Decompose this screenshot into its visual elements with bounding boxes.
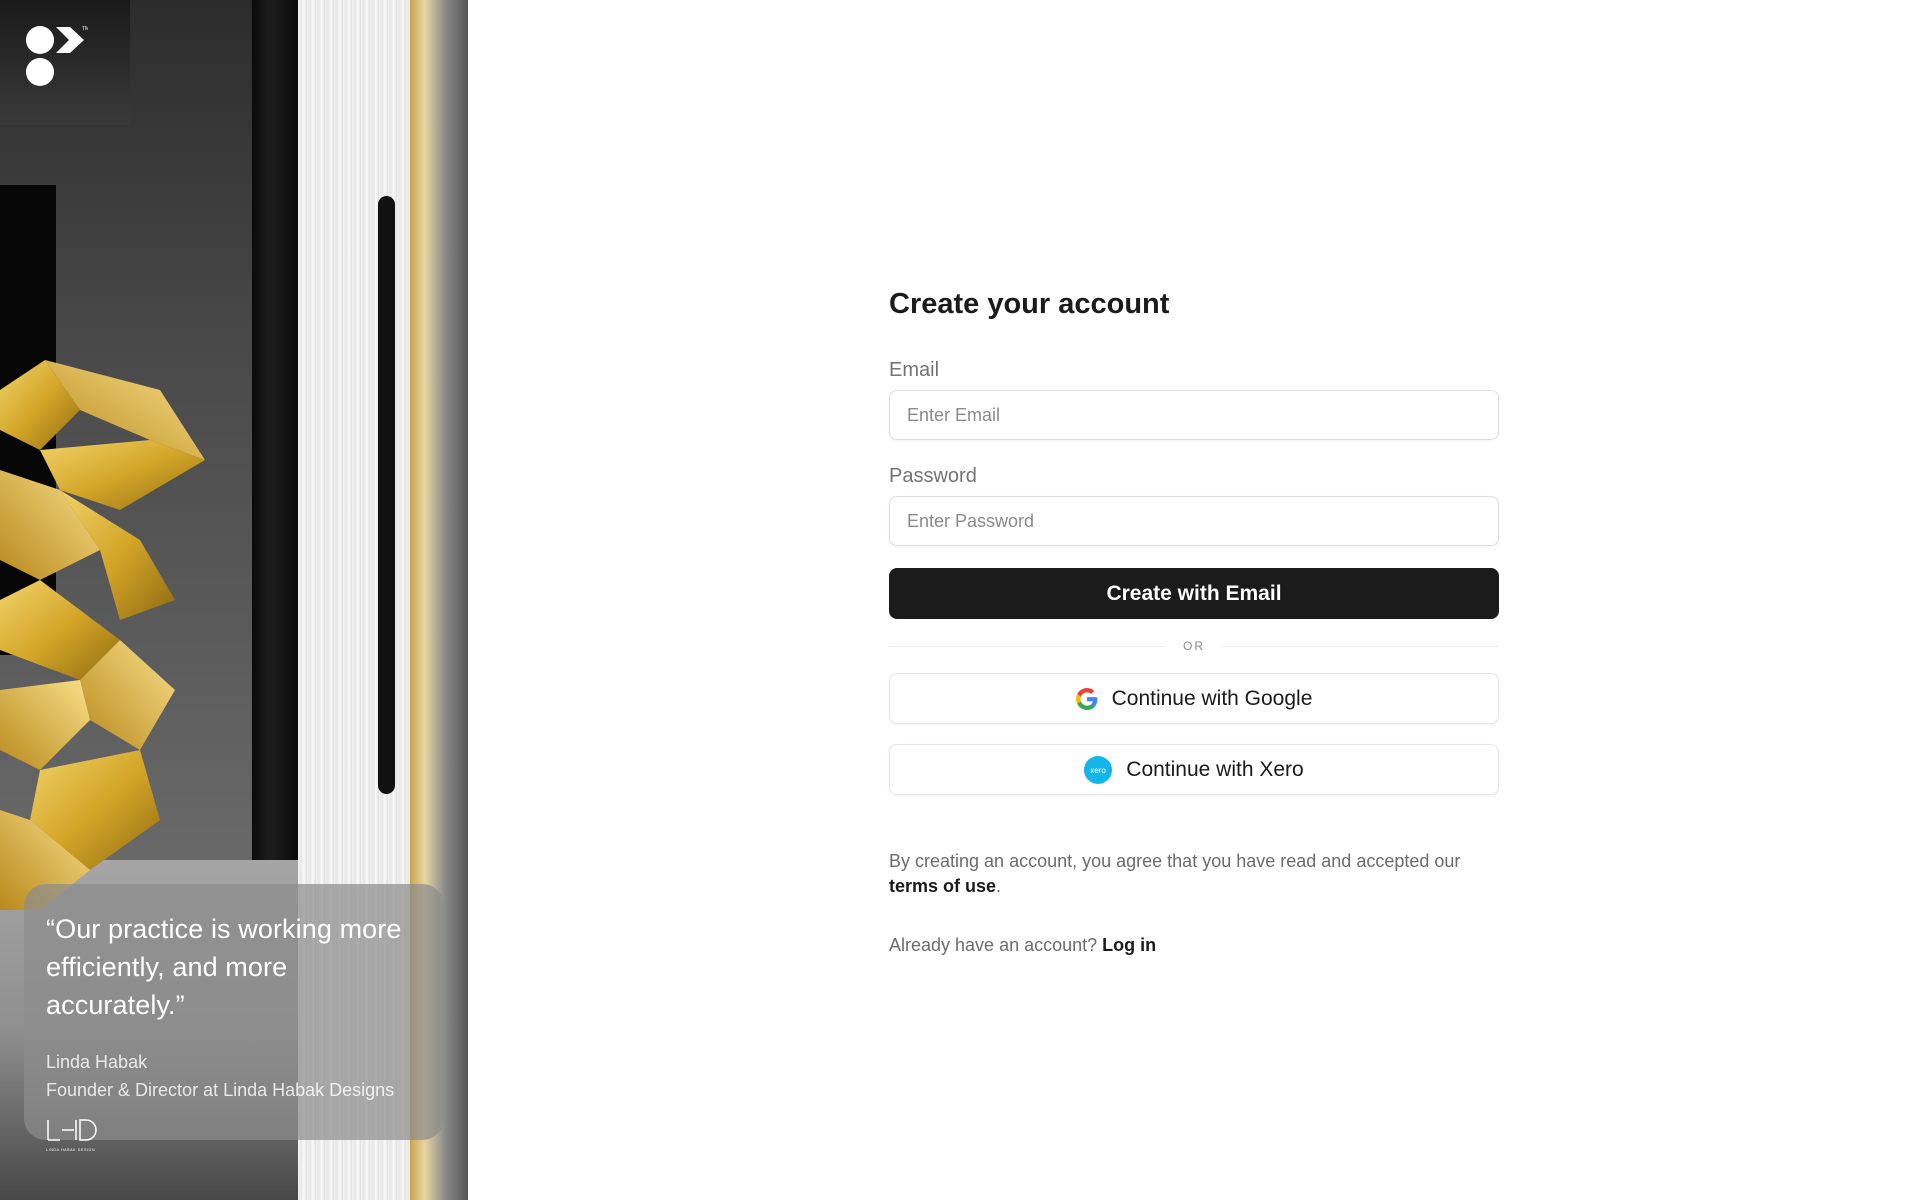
terms-notice: By creating an account, you agree that y… [889, 849, 1499, 899]
partner-logo-icon: LINDA HABAK DESIGN [46, 1119, 97, 1152]
email-label: Email [889, 359, 940, 381]
or-divider: OR [889, 637, 1499, 655]
gold-sculpture-image [0, 360, 205, 910]
hero-bg-door-frame [252, 0, 298, 860]
terms-prefix: By creating an account, you agree that y… [889, 851, 1461, 871]
login-prompt: Already have an account? Log in [889, 935, 1499, 956]
testimonial-author: Linda Habak [46, 1052, 148, 1072]
terms-of-use-link[interactable]: terms of use [889, 876, 996, 896]
google-button-label: Continue with Google [1111, 686, 1313, 710]
terms-suffix: . [996, 876, 1002, 896]
partner-logo-text: LINDA HABAK DESIGN [46, 1148, 95, 1152]
brand-logo-icon[interactable]: TM [24, 24, 88, 88]
hero-bg-door-handle [378, 196, 395, 794]
testimonial-quote: “Our practice is working more efficientl… [46, 914, 402, 1020]
password-field[interactable] [889, 496, 1499, 546]
testimonial-card: “Our practice is working more efficientl… [24, 884, 444, 1152]
divider-text: OR [1183, 639, 1205, 653]
divider-line-right [1223, 645, 1499, 647]
password-label: Password [889, 465, 977, 487]
page-title: Create your account [889, 288, 1170, 320]
continue-with-google-button[interactable]: Continue with Google [889, 673, 1499, 724]
testimonial-author-role: Founder & Director at Linda Habak Design… [46, 1080, 395, 1100]
divider-line-left [889, 645, 1165, 647]
continue-with-xero-button[interactable]: xero Continue with Xero [889, 744, 1499, 795]
signup-form: Create your account Email Password Creat… [889, 284, 1499, 956]
email-field[interactable] [889, 390, 1499, 440]
hero-panel: TM “Our practice is working more efficie… [0, 0, 468, 1200]
log-in-link[interactable]: Log in [1102, 935, 1156, 955]
google-icon [1075, 687, 1097, 710]
xero-button-label: Continue with Xero [1126, 757, 1304, 781]
create-with-email-button[interactable]: Create with Email [889, 568, 1499, 619]
svg-text:TM: TM [82, 26, 88, 32]
xero-icon-text: xero [1091, 766, 1107, 775]
login-prompt-text: Already have an account? [889, 935, 1098, 955]
xero-icon: xero [1084, 755, 1113, 784]
